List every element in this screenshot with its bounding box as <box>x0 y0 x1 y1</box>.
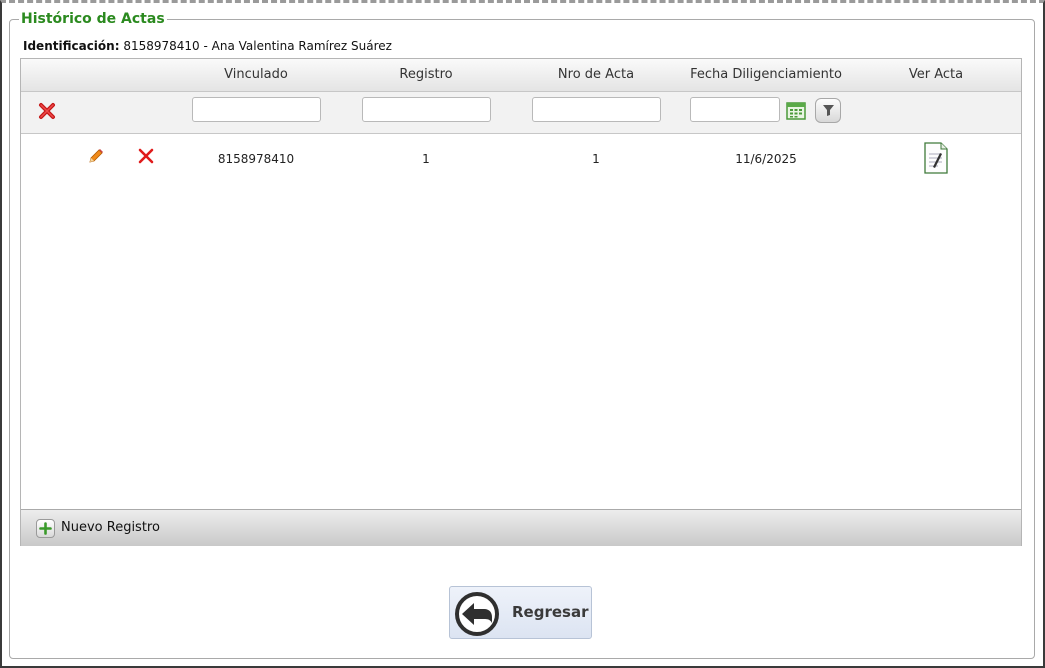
filter-input-nro-acta[interactable] <box>532 97 661 122</box>
add-record-button[interactable] <box>36 519 55 538</box>
column-header-registro[interactable]: Registro <box>351 59 501 91</box>
document-view-icon[interactable] <box>923 142 949 174</box>
plus-icon <box>39 522 52 535</box>
pencil-edit-icon[interactable] <box>87 147 105 165</box>
filter-row <box>21 92 1021 134</box>
cell-registro: 1 <box>422 152 430 166</box>
funnel-filter-icon <box>823 105 834 116</box>
delete-x-icon[interactable] <box>137 147 155 165</box>
calendar-icon[interactable] <box>786 101 806 121</box>
identification-line: Identificación: 8158978410 - Ana Valenti… <box>23 39 392 53</box>
identification-value: 8158978410 - Ana Valentina Ramírez Suáre… <box>123 39 392 53</box>
filter-input-vinculado[interactable] <box>192 97 321 122</box>
identification-label: Identificación: <box>23 39 120 53</box>
cell-vinculado: 8158978410 <box>217 152 295 166</box>
add-record-label[interactable]: Nuevo Registro <box>61 520 160 535</box>
cell-fecha: 11/6/2025 <box>735 152 797 166</box>
back-button-label: Regresar <box>512 603 589 621</box>
filter-input-fecha[interactable] <box>690 97 780 122</box>
filter-input-registro[interactable] <box>362 97 491 122</box>
filter-button[interactable] <box>815 98 841 123</box>
back-button[interactable]: Regresar <box>449 586 592 639</box>
panel-legend: Histórico de Actas <box>19 11 167 27</box>
grid-footer: Nuevo Registro <box>21 509 1021 546</box>
back-arrow-icon <box>455 592 499 636</box>
grid-header: Vinculado Registro Nro de Acta Fecha Dil… <box>21 59 1021 92</box>
clear-filter-x-icon[interactable] <box>38 102 56 120</box>
column-header-nro-acta[interactable]: Nro de Acta <box>521 59 671 91</box>
column-header-ver-acta[interactable]: Ver Acta <box>891 59 981 91</box>
column-header-fecha[interactable]: Fecha Diligenciamiento <box>681 59 851 91</box>
actas-grid: Vinculado Registro Nro de Acta Fecha Dil… <box>20 58 1022 546</box>
column-header-vinculado[interactable]: Vinculado <box>181 59 331 91</box>
cell-nro-acta: 1 <box>592 152 600 166</box>
table-row: 8158978410 1 1 11/6/2025 <box>21 134 1021 184</box>
